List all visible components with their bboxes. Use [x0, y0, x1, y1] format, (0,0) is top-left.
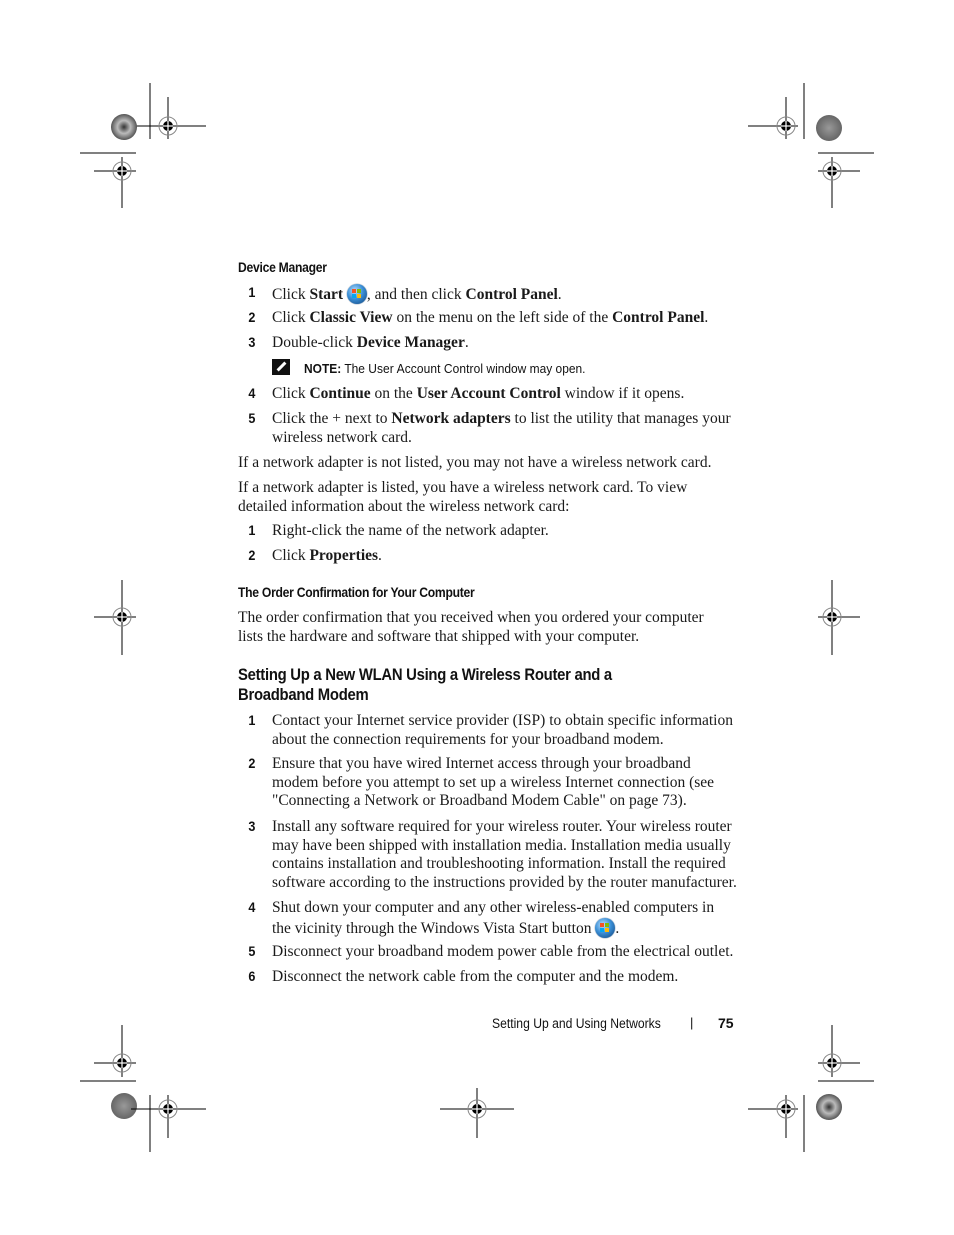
paragraph-line: detailed information about the wireless …	[238, 497, 570, 515]
step-text: window if it opens.	[560, 385, 685, 402]
wlan-setup-heading: Setting Up a New WLAN Using a Wireless R…	[238, 665, 612, 705]
color-target-top-right	[816, 115, 842, 141]
step-text: Click	[272, 385, 310, 402]
footer-section-title: Setting Up and Using Networks	[492, 1016, 661, 1031]
step-number: 5	[248, 410, 256, 426]
step-text: modem before you attempt to set up a wir…	[272, 773, 715, 791]
color-target-bottom-right	[816, 1094, 842, 1120]
step-text: Right-click the name of the network adap…	[272, 522, 549, 539]
paragraph-listed: If a network adapter is listed, you have…	[238, 479, 687, 516]
step-text: Ensure that you have wired Internet acce…	[272, 755, 691, 772]
step-text: Double-click	[272, 334, 357, 351]
heading-line: Setting Up a New WLAN Using a Wireless R…	[238, 666, 612, 684]
network-adapters-label: Network adapters	[391, 410, 511, 427]
registration-mark-top-left	[80, 83, 206, 208]
heading-line: Broadband Modem	[238, 686, 369, 704]
device-manager-heading: Device Manager	[238, 260, 327, 275]
step-text: .	[615, 919, 620, 937]
registration-mark-bottom-left	[80, 1025, 206, 1152]
step-number: 2	[248, 309, 256, 325]
continue-label: Continue	[309, 385, 371, 402]
color-target-top-left	[111, 114, 137, 140]
note: NOTE: The User Account Control window ma…	[272, 359, 610, 378]
step-text: Click the + next to	[272, 410, 392, 427]
step-text: Shut down your computer and any other wi…	[272, 899, 715, 916]
registration-mark-mid-left	[94, 580, 136, 655]
step-number: 4	[248, 385, 256, 401]
device-manager-label: Device Manager	[356, 334, 465, 351]
footer-separator: |	[690, 1015, 694, 1030]
step-text: "Connecting a Network or Broadband Modem…	[272, 792, 687, 809]
step-text: may have been shipped with installation …	[272, 836, 731, 854]
step-number: 1	[248, 522, 256, 538]
step-text: Click	[272, 309, 310, 326]
step-text: Click	[272, 547, 310, 564]
step-text: Disconnect the network cable from the co…	[272, 968, 679, 985]
step-text: to list the utility that manages your	[510, 410, 731, 427]
paragraph-line: If a network adapter is listed, you have…	[238, 479, 688, 496]
step-number: 5	[248, 943, 256, 959]
step-text: Click	[272, 286, 310, 303]
step-number: 1	[248, 712, 256, 728]
registration-mark-top-right	[748, 83, 874, 208]
step-text: .	[557, 286, 562, 303]
step-number: 2	[248, 547, 256, 563]
uac-label: User Account Control	[416, 385, 561, 402]
control-panel-label: Control Panel	[465, 286, 558, 303]
step-text: software according to the instructions p…	[272, 873, 737, 891]
windows-vista-start-icon	[346, 284, 367, 304]
note-text: The	[341, 361, 369, 376]
step-text: , and then click	[366, 286, 466, 303]
classic-view-label: Classic View	[309, 309, 393, 326]
start-label: Start	[309, 286, 344, 303]
step-number: 3	[248, 818, 256, 834]
step-text: Disconnect your broadband modem power ca…	[272, 943, 734, 960]
step-text: .	[464, 334, 469, 351]
windows-vista-start-icon	[595, 917, 616, 938]
registration-mark-mid-right	[818, 580, 860, 655]
registration-mark-bottom-center	[440, 1088, 514, 1138]
step-text: Install any software required for your w…	[272, 818, 732, 835]
color-target-bottom-left	[111, 1093, 137, 1119]
paragraph-not-listed: If a network adapter is not listed, you …	[238, 454, 712, 471]
step-text: on the	[370, 385, 417, 402]
step-text: about the connection requirements for yo…	[272, 730, 664, 748]
page-number: 75	[718, 1015, 734, 1031]
step-number: 3	[248, 334, 256, 350]
step-text: on the menu on the left side of the	[392, 309, 613, 326]
pencil-note-icon	[272, 359, 290, 375]
note-uac-label: User Account Control	[368, 361, 484, 376]
step-text: .	[378, 547, 382, 564]
control-panel-label: Control Panel	[612, 309, 705, 326]
order-confirmation-paragraph: The order confirmation that you received…	[238, 609, 704, 646]
paragraph-line: The order confirmation that you received…	[238, 609, 704, 626]
step-text: wireless network card.	[272, 428, 412, 446]
note-label: NOTE:	[304, 361, 342, 376]
step-number: 6	[248, 968, 256, 984]
properties-label: Properties	[309, 547, 379, 564]
note-text: window may open.	[483, 361, 586, 376]
step-text: the vicinity through the Windows Vista S…	[272, 919, 592, 937]
step-text: .	[704, 309, 709, 326]
step-text: Contact your Internet service provider (…	[272, 712, 733, 729]
step-number: 1	[248, 284, 256, 300]
registration-mark-bottom-right	[748, 1025, 874, 1152]
paragraph-line: lists the hardware and software that shi…	[238, 627, 640, 645]
step-number: 2	[248, 755, 256, 771]
step-number: 4	[248, 899, 256, 915]
order-confirmation-heading: The Order Confirmation for Your Computer	[238, 585, 475, 600]
step-text: contains installation and troubleshootin…	[272, 855, 726, 872]
